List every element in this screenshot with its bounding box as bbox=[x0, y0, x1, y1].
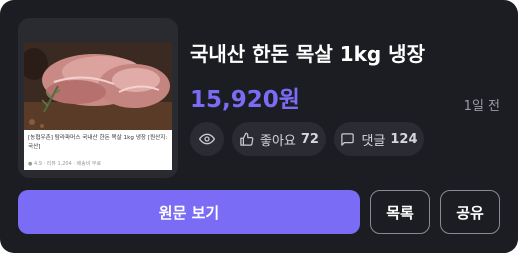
comment-count: 124 bbox=[390, 131, 418, 147]
list-button[interactable]: 목록 bbox=[370, 190, 430, 234]
share-button[interactable]: 공유 bbox=[440, 190, 500, 234]
comment-button[interactable]: 댓글 124 bbox=[334, 122, 424, 156]
like-count: 72 bbox=[300, 131, 319, 147]
posted-time: 1일 전 bbox=[463, 99, 500, 114]
thumbnail-meta: ● 4.9 · 리뷰 1,204 · 배송비 무료 bbox=[28, 161, 102, 167]
product-thumbnail[interactable]: [농협우촌] 탐라파머스 국내산 한돈 목살 1kg 냉장 [원산지:국산] ●… bbox=[18, 18, 178, 178]
product-price: 15,920원 bbox=[190, 87, 300, 113]
product-title: 국내산 한돈 목살 1kg 냉장 bbox=[190, 42, 425, 66]
thumbs-up-icon bbox=[240, 132, 254, 146]
pork-photo bbox=[24, 42, 172, 130]
thumbnail-caption: [농협우촌] 탐라파머스 국내산 한돈 목살 1kg 냉장 [원산지:국산] bbox=[28, 135, 168, 150]
like-label: 좋아요 bbox=[260, 133, 296, 149]
thumbnail-screenshot: [농협우촌] 탐라파머스 국내산 한돈 목살 1kg 냉장 [원산지:국산] ●… bbox=[24, 42, 172, 170]
deal-card: [농협우촌] 탐라파머스 국내산 한돈 목살 1kg 냉장 [원산지:국산] ●… bbox=[0, 0, 518, 253]
view-original-button[interactable]: 원문 보기 bbox=[18, 190, 360, 234]
eye-icon bbox=[199, 133, 215, 145]
comment-label: 댓글 bbox=[361, 133, 386, 149]
comment-icon bbox=[341, 132, 355, 146]
like-button[interactable]: 좋아요 72 bbox=[232, 122, 326, 156]
view-button[interactable] bbox=[190, 122, 224, 156]
